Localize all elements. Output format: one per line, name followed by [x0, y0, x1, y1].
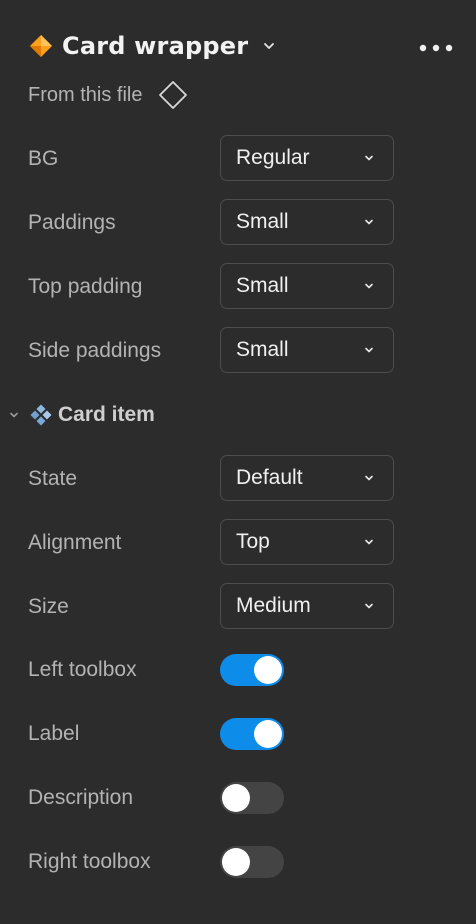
select-value: Small	[236, 210, 289, 233]
select-value: Regular	[236, 146, 310, 169]
more-options-button[interactable]	[416, 34, 456, 58]
label-toggle[interactable]	[220, 718, 284, 750]
toggle-knob	[254, 720, 282, 748]
chevron-down-icon	[363, 600, 375, 612]
toggle-knob	[222, 848, 250, 876]
property-row-size: Size Medium	[28, 583, 396, 631]
left-toolbox-toggle[interactable]	[220, 654, 284, 686]
description-toggle[interactable]	[220, 782, 284, 814]
chevron-down-icon	[363, 152, 375, 164]
property-row-bg: BG Regular	[28, 135, 396, 183]
component-instance-icon	[28, 33, 54, 59]
select-value: Small	[236, 338, 289, 361]
right-toolbox-toggle[interactable]	[220, 846, 284, 878]
property-row-top-padding: Top padding Small	[28, 263, 396, 311]
nested-instance-title: Card item	[58, 403, 155, 426]
chevron-down-icon	[363, 216, 375, 228]
property-row-description: Description	[28, 774, 396, 822]
bg-select[interactable]: Regular	[220, 135, 394, 181]
source-label: From this file	[28, 83, 143, 106]
property-label: Left toolbox	[28, 658, 137, 681]
property-row-alignment: Alignment Top	[28, 519, 396, 567]
side-paddings-select[interactable]: Small	[220, 327, 394, 373]
component-main-icon	[28, 402, 54, 428]
chevron-down-icon	[363, 536, 375, 548]
component-header[interactable]: Card wrapper	[28, 26, 276, 66]
component-properties-panel: Card wrapper From this file BG Regular P…	[0, 0, 476, 924]
chevron-down-icon	[363, 280, 375, 292]
property-row-left-toolbox: Left toolbox	[28, 646, 396, 694]
component-diamond-icon[interactable]	[158, 80, 188, 110]
top-padding-select[interactable]: Small	[220, 263, 394, 309]
property-row-paddings: Paddings Small	[28, 199, 396, 247]
property-row-state: State Default	[28, 455, 396, 503]
toggle-knob	[222, 784, 250, 812]
select-value: Top	[236, 530, 270, 553]
select-value: Small	[236, 274, 289, 297]
collapse-chevron-icon[interactable]	[3, 405, 25, 425]
select-value: Medium	[236, 594, 311, 617]
select-value: Default	[236, 466, 303, 489]
paddings-select[interactable]: Small	[220, 199, 394, 245]
property-row-label: Label	[28, 710, 396, 758]
property-label: Right toolbox	[28, 850, 151, 873]
component-source: From this file	[28, 78, 188, 112]
property-label: Description	[28, 786, 134, 809]
property-row-right-toolbox: Right toolbox	[28, 838, 396, 886]
alignment-select[interactable]: Top	[220, 519, 394, 565]
component-title: Card wrapper	[62, 32, 249, 60]
nested-instance-header: Card item	[0, 396, 476, 434]
chevron-down-icon[interactable]	[262, 39, 276, 53]
toggle-knob	[254, 656, 282, 684]
property-row-side-paddings: Side paddings Small	[28, 327, 396, 375]
more-horizontal-icon	[419, 37, 453, 56]
chevron-down-icon	[363, 472, 375, 484]
size-select[interactable]: Medium	[220, 583, 394, 629]
property-label: Label	[28, 722, 80, 745]
state-select[interactable]: Default	[220, 455, 394, 501]
chevron-down-icon	[363, 344, 375, 356]
